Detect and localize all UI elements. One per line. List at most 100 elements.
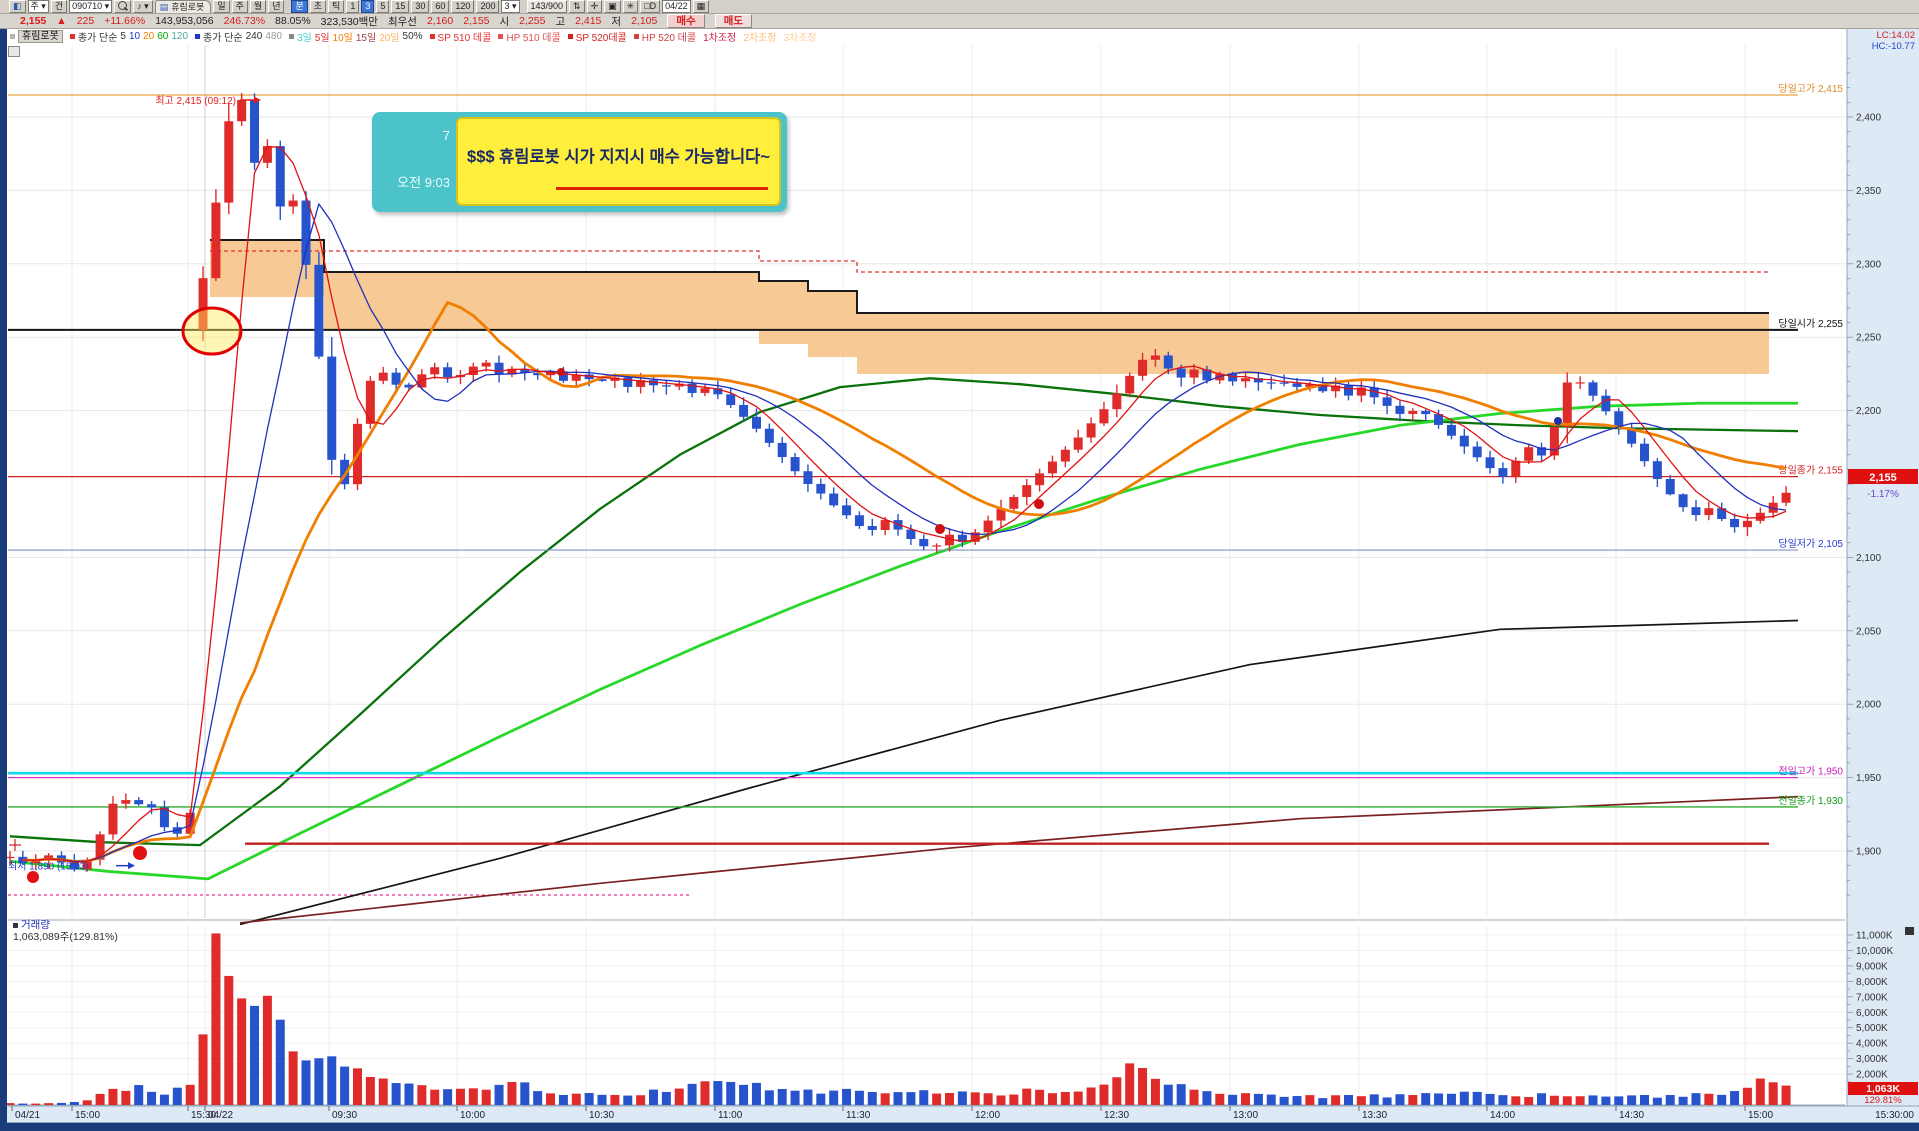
candle <box>443 367 453 378</box>
unit-btn-분[interactable]: 분 <box>291 0 308 13</box>
indicator-legend[interactable]: 휴림로봇 종가 단순 5 10 20 60 120 종가 단순 240 480 3일 5일 10일 15일… <box>10 29 817 44</box>
price-scale[interactable]: 2,400 2,350 2,300 2,250 2,200 2,100 2,050 2,000… <box>1846 29 1919 1123</box>
svg-text:15:30:00: 15:30:00 <box>1875 1110 1914 1121</box>
unit-btn-초[interactable]: 초 <box>309 0 327 13</box>
signal-dot <box>1554 417 1562 425</box>
period-btn-년[interactable]: 년 <box>268 0 285 13</box>
volume-bar <box>1253 1093 1263 1105</box>
legend-item-3[interactable]: 3일 5일 10일 15일 20일 50% <box>289 29 423 44</box>
system-menu-icon[interactable]: ◧ <box>9 0 26 13</box>
window-left-border <box>0 0 7 1131</box>
svg-text:최저 1,890 (15:03): 최저 1,890 (15:03) <box>8 861 89 873</box>
svg-text:14:30: 14:30 <box>1619 1110 1644 1121</box>
save-icon[interactable]: ▣ <box>604 0 621 13</box>
stock-code-combo[interactable]: 090710 ▾ <box>69 0 113 13</box>
legend-label: SP 510 데콜 <box>437 32 492 44</box>
volume-bar <box>250 1005 260 1105</box>
time-axis[interactable]: 04/21 15:00 15:3004/22 09:30 10:00 10:30 11:00… <box>0 1105 1919 1123</box>
volume-bar <box>687 1083 697 1105</box>
candle <box>301 200 311 265</box>
period-btn-주[interactable]: 주 <box>231 0 248 13</box>
interval-btn-30[interactable]: 30 <box>411 0 430 13</box>
stock-tab[interactable]: ▤ 휴림로봇 <box>154 0 212 13</box>
swap-icon[interactable]: ⇅ <box>569 0 585 13</box>
volume-bar <box>1434 1093 1444 1105</box>
volume-bar <box>82 1100 92 1105</box>
candle <box>726 394 736 406</box>
legend-item-5[interactable]: HP 510 데콜 <box>498 29 561 44</box>
volume-bar <box>1022 1088 1032 1105</box>
svg-text:11,000K: 11,000K <box>1856 930 1893 941</box>
interval-btn-200[interactable]: 200 <box>476 0 500 13</box>
calendar-icon[interactable]: ▦ <box>692 0 710 13</box>
volume-bar <box>1202 1091 1212 1105</box>
legend-square-icon <box>567 33 573 39</box>
volume-bar <box>893 1092 903 1105</box>
chart-tool-icon[interactable] <box>8 46 20 57</box>
volume-bar <box>996 1095 1006 1105</box>
svg-text:7,000K: 7,000K <box>1856 992 1888 1003</box>
interval-btn-15[interactable]: 15 <box>391 0 410 13</box>
date-field[interactable]: 04/22 <box>662 0 691 13</box>
unit-btn-틱[interactable]: 틱 <box>328 0 345 13</box>
lc-hc-readout: LC:14.02 HC:-10.77 <box>1843 30 1915 52</box>
period-type-combo[interactable]: 주 ▾ <box>27 0 49 13</box>
pane-collapse-button[interactable] <box>1905 927 1914 935</box>
volume-bar <box>1639 1094 1649 1105</box>
legend-item-2[interactable]: 종가 단순 240 480 <box>195 29 282 44</box>
volume-bar <box>1305 1095 1315 1105</box>
geon-button[interactable]: 건 <box>50 0 68 13</box>
candle <box>842 505 852 516</box>
candle <box>1652 461 1662 480</box>
legend-item-9[interactable]: 2차조정 <box>743 29 776 44</box>
legend-item-8[interactable]: 1차조정 <box>703 29 736 44</box>
volume-bar <box>1331 1095 1341 1105</box>
volume-bar <box>172 1087 182 1105</box>
signal-dot <box>27 871 39 883</box>
svg-text:12:00: 12:00 <box>975 1110 1000 1121</box>
legend-item-6[interactable]: SP 520데콜 <box>567 29 627 44</box>
volume-bar <box>275 1019 285 1105</box>
interval-btn-120[interactable]: 120 <box>451 0 475 13</box>
candle <box>1639 443 1649 462</box>
volume-bar <box>1446 1093 1456 1105</box>
speaker-icon[interactable]: ♪ ▾ <box>133 0 153 13</box>
bubble-note-text: $$$ 휴림로봇 시가 지지시 매수 가능합니다~ <box>467 148 770 166</box>
buy-button[interactable]: 매수 <box>667 14 705 28</box>
red-underline <box>556 187 768 190</box>
candle <box>1125 375 1135 394</box>
interval-combo[interactable]: 3 ▾ <box>501 0 520 13</box>
legend-item-1[interactable]: 종가 단순 5 10 20 60 120 <box>69 29 188 44</box>
settings-icon[interactable]: ✳ <box>622 0 639 13</box>
interval-btn-1[interactable]: 1 <box>346 0 360 13</box>
candle <box>430 367 440 375</box>
legend-item-7[interactable]: HP 520 데콜 <box>633 29 696 44</box>
legend-item-0[interactable]: 휴림로봇 <box>10 29 63 43</box>
volume-bar <box>56 1102 66 1105</box>
legend-square-icon <box>498 33 504 39</box>
period-btn-일[interactable]: 일 <box>213 0 230 13</box>
candle <box>1704 508 1714 516</box>
interval-btn-3[interactable]: 3 <box>361 0 375 13</box>
candle <box>1009 496 1019 509</box>
volume-bar <box>468 1088 478 1105</box>
search-icon[interactable] <box>114 0 132 13</box>
period-btn-월[interactable]: 월 <box>249 0 267 13</box>
volume-bar <box>945 1092 955 1105</box>
d-checkbox[interactable]: □D <box>640 0 661 13</box>
volume-bar <box>1549 1095 1559 1105</box>
legend-item-4[interactable]: SP 510 데콜 <box>429 29 492 44</box>
legend-item-10[interactable]: 3차조정 <box>783 29 816 44</box>
crosshair-icon[interactable]: ✛ <box>586 0 603 13</box>
svg-text:11:30: 11:30 <box>846 1110 871 1121</box>
legend-label: 240 <box>245 30 263 42</box>
sell-button[interactable]: 매도 <box>714 14 753 28</box>
interval-btn-5[interactable]: 5 <box>376 0 390 13</box>
volume-bar <box>610 1094 620 1105</box>
legend-square-icon <box>10 33 15 39</box>
interval-btn-60[interactable]: 60 <box>431 0 450 13</box>
candle <box>816 483 826 494</box>
candle <box>661 385 671 387</box>
volume-bar <box>288 1051 298 1105</box>
chart-canvas[interactable]: 당일고가 2,415 당일시가 2,255 당일종가 2,155 당일저가 2,105… <box>0 0 1919 1131</box>
